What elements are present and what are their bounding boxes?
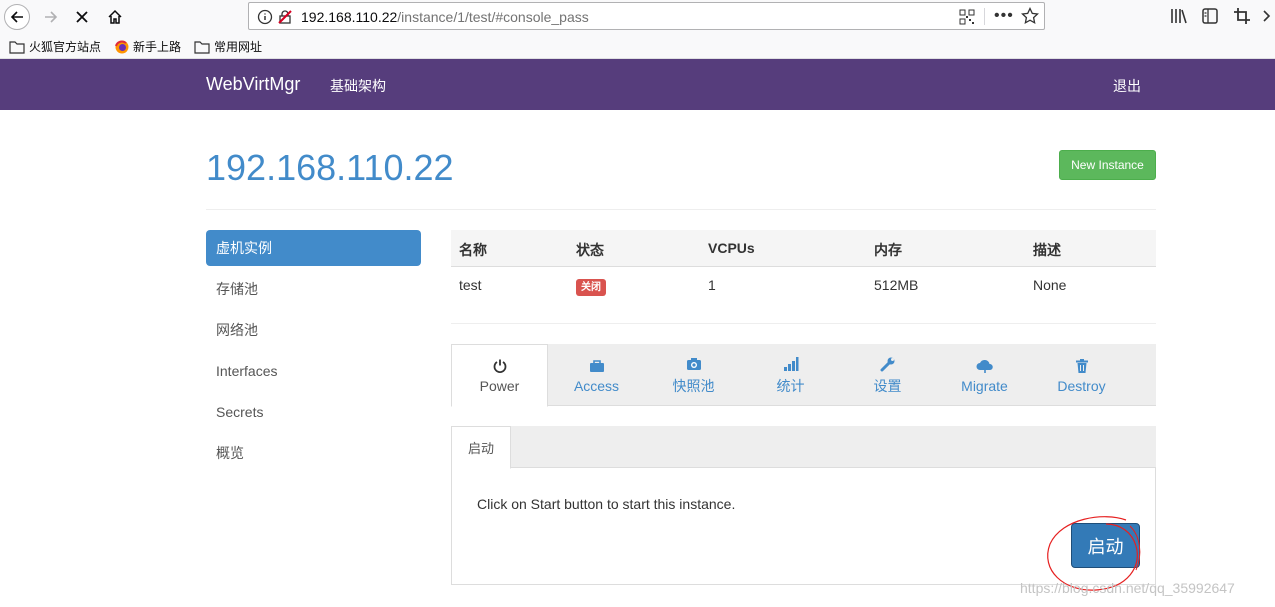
power-panel: Click on Start button to start this inst… (451, 468, 1156, 585)
column-header-memory: 内存 (874, 242, 902, 258)
bookmarks-toolbar: 火狐官方站点 新手上路 常用网址 (0, 33, 1275, 59)
trash-icon (1075, 358, 1088, 373)
forward-button[interactable] (38, 4, 64, 30)
tab-settings[interactable]: 设置 (839, 344, 936, 406)
crop-icon[interactable] (1233, 7, 1251, 25)
column-header-vcpus: VCPUs (708, 240, 755, 256)
page-title: 192.168.110.22 (206, 147, 454, 188)
sidebar-item-interfaces[interactable]: Interfaces (206, 353, 421, 389)
column-header-description: 描述 (1033, 242, 1061, 258)
sidebar-item-overview[interactable]: 概览 (206, 435, 421, 471)
url-bar[interactable]: 192.168.110.22/instance/1/test/#console_… (248, 2, 1045, 30)
sidebar-icon[interactable] (1201, 7, 1219, 25)
bookmark-getting-started[interactable]: 新手上路 (115, 38, 181, 55)
tab-snapshots[interactable]: 快照池 (645, 344, 742, 406)
tab-power[interactable]: Power (451, 344, 548, 407)
instance-vcpus: 1 (708, 277, 716, 293)
info-icon[interactable] (257, 9, 273, 25)
watermark: https://blog.csdn.net/qq_35992647 (1020, 580, 1235, 596)
instance-name[interactable]: test (459, 277, 482, 293)
power-subtabs: 启动 (451, 426, 1156, 469)
power-icon (493, 359, 506, 373)
url-separator (984, 8, 985, 25)
tab-destroy[interactable]: Destroy (1033, 344, 1130, 406)
bookmark-folder-common[interactable]: 常用网址 (194, 38, 262, 55)
table-header: 名称 状态 VCPUs 内存 描述 (451, 230, 1156, 267)
camera-icon (686, 357, 701, 370)
folder-icon (194, 40, 210, 54)
app-navbar: WebVirtMgr 基础架构 退出 (0, 59, 1275, 110)
home-button[interactable] (102, 4, 128, 30)
bookmark-star-icon[interactable] (1021, 7, 1039, 25)
arrow-left-icon (10, 11, 23, 23)
nav-infrastructure-link[interactable]: 基础架构 (330, 76, 386, 96)
qr-code-icon[interactable] (959, 9, 975, 25)
folder-icon (9, 40, 25, 54)
instance-description: None (1033, 277, 1067, 293)
signal-icon (783, 356, 798, 371)
back-button[interactable] (4, 4, 30, 30)
home-icon (108, 9, 122, 24)
insecure-lock-icon[interactable] (277, 9, 293, 25)
url-text[interactable]: 192.168.110.22/instance/1/test/#console_… (301, 9, 589, 25)
status-badge: 关闭 (576, 279, 606, 296)
instance-memory: 512MB (874, 277, 919, 293)
sidebar-item-secrets[interactable]: Secrets (206, 394, 421, 430)
instance-table: 名称 状态 VCPUs 内存 描述 test 关闭 1 512MB None (451, 230, 1156, 305)
logout-link[interactable]: 退出 (1113, 76, 1141, 96)
sidebar-item-storage[interactable]: 存储池 (206, 271, 421, 307)
new-instance-button[interactable]: New Instance (1059, 150, 1156, 180)
column-header-name: 名称 (459, 242, 487, 258)
close-icon (76, 11, 88, 23)
divider (451, 323, 1156, 324)
tab-migrate[interactable]: Migrate (936, 344, 1033, 406)
more-actions-icon[interactable]: ••• (994, 7, 1014, 25)
subtab-start[interactable]: 启动 (451, 426, 511, 469)
tab-access[interactable]: Access (548, 344, 645, 406)
sidebar-item-networks[interactable]: 网络池 (206, 312, 421, 348)
brand-link[interactable]: WebVirtMgr (206, 74, 300, 95)
divider (206, 209, 1156, 210)
browser-toolbar: 192.168.110.22/instance/1/test/#console_… (0, 0, 1275, 33)
arrow-right-icon (45, 11, 58, 23)
cloud-upload-icon (976, 359, 993, 373)
tab-stats[interactable]: 统计 (742, 344, 839, 406)
stop-button[interactable] (69, 4, 95, 30)
briefcase-icon (589, 359, 604, 372)
start-instruction: Click on Start button to start this inst… (477, 496, 736, 512)
sidebar-item-instances[interactable]: 虚机实例 (206, 230, 421, 266)
library-icon[interactable] (1170, 7, 1188, 25)
table-row: test 关闭 1 512MB None (451, 267, 1156, 305)
overflow-icon[interactable] (1262, 7, 1272, 25)
instance-tabs: Power Access 快照池 统计 设置 Migrate Destroy (451, 344, 1156, 407)
wrench-icon (880, 357, 894, 371)
start-button[interactable]: 启动 (1071, 523, 1140, 568)
bookmark-folder-firefox[interactable]: 火狐官方站点 (9, 38, 101, 55)
firefox-icon (115, 40, 129, 53)
column-header-status: 状态 (576, 242, 604, 258)
